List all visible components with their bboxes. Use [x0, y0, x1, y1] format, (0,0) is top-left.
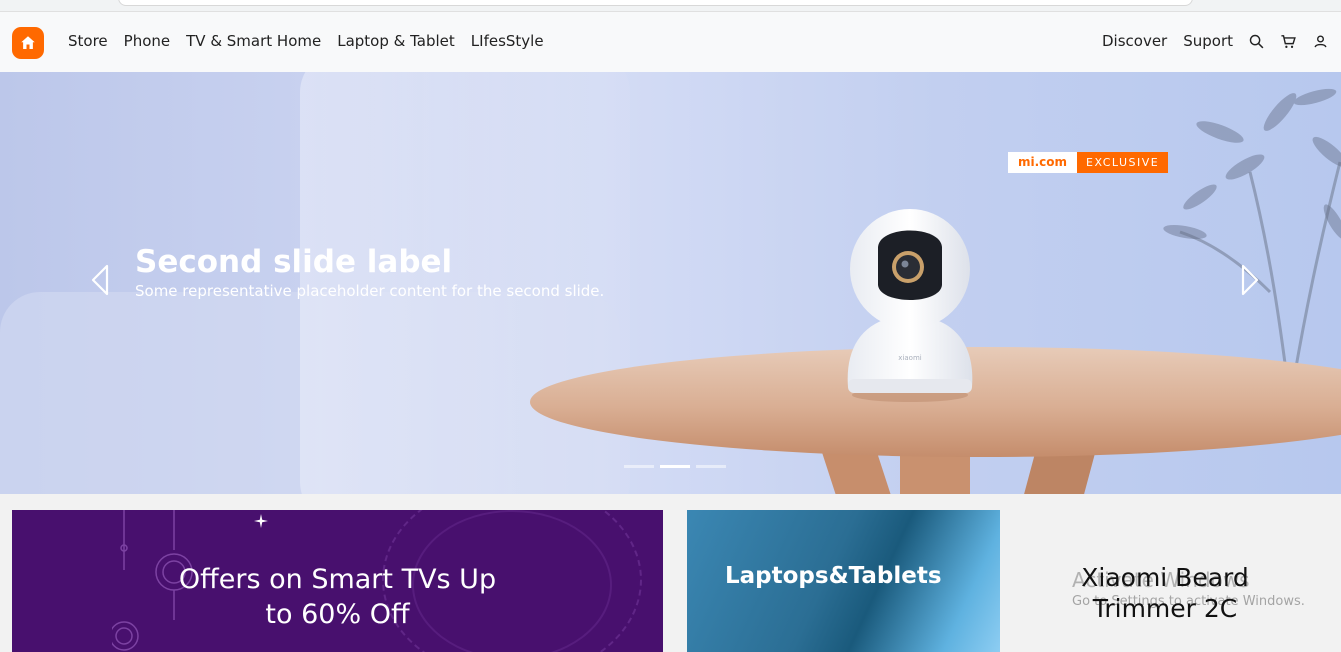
sparkle-icon: [254, 514, 268, 528]
carousel-indicators: [624, 465, 726, 468]
caption-text: Some representative placeholder content …: [135, 282, 605, 300]
promo-title-line: Offers on Smart TVs Up: [178, 564, 497, 595]
promo-card-smart-tv[interactable]: Offers on Smart TVs Up to 60% Off: [12, 510, 663, 652]
nav-link-lifestyle[interactable]: LIfesStyle: [471, 32, 544, 50]
carousel-next-button[interactable]: [1238, 262, 1262, 298]
carousel-indicator[interactable]: [624, 465, 654, 468]
promo-title: Xiaomi Beard Trimmer 2C: [1000, 562, 1330, 624]
promo-title-line: Xiaomi Beard: [1081, 563, 1249, 592]
top-navbar: Store Phone TV & Smart Home Laptop & Tab…: [0, 12, 1341, 72]
address-bar[interactable]: [118, 0, 1193, 6]
search-icon[interactable]: [1247, 32, 1265, 50]
home-icon: [21, 36, 35, 49]
carousel-indicator[interactable]: [696, 465, 726, 468]
primary-nav: Store Phone TV & Smart Home Laptop & Tab…: [68, 32, 560, 50]
carousel-caption: Second slide label Some representative p…: [135, 244, 604, 300]
nav-link-store[interactable]: Store: [68, 32, 108, 50]
chevron-left-icon: [91, 264, 109, 296]
nav-link-support[interactable]: Suport: [1183, 32, 1233, 50]
nav-link-laptop-tablet[interactable]: Laptop & Tablet: [337, 32, 455, 50]
secondary-nav: Discover Suport: [1086, 32, 1329, 50]
caption-title: Second slide label: [135, 244, 453, 280]
badge-site-label: mi.com: [1008, 152, 1078, 173]
camera-brand-text: xiaomi: [898, 354, 921, 362]
cart-icon[interactable]: [1279, 32, 1297, 50]
security-camera-image: xiaomi: [847, 209, 973, 402]
hero-carousel: xiaomi mi.com EXCLUSIVE Second slide lab…: [0, 72, 1341, 494]
home-logo-button[interactable]: [12, 27, 44, 59]
carousel-indicator-active[interactable]: [660, 465, 690, 468]
user-icon[interactable]: [1311, 32, 1329, 50]
nav-link-tv-smart-home[interactable]: TV & Smart Home: [186, 32, 321, 50]
promo-title-line: to 60% Off: [265, 599, 410, 630]
promo-title-line: Trimmer 2C: [1092, 594, 1238, 623]
promo-card-laptops[interactable]: Laptops&Tablets: [687, 510, 1000, 652]
nav-link-discover[interactable]: Discover: [1102, 32, 1167, 50]
browser-address-strip: [0, 0, 1341, 12]
promo-card-beard-trimmer[interactable]: Activate Windows Go to Settings to activ…: [1000, 510, 1341, 652]
chevron-right-icon: [1241, 264, 1259, 296]
promo-title: Laptops&Tablets: [725, 563, 942, 589]
carousel-prev-button[interactable]: [88, 262, 112, 298]
promo-title: Offers on Smart TVs Up to 60% Off: [12, 562, 663, 632]
badge-tag-label: EXCLUSIVE: [1077, 152, 1169, 173]
exclusive-badge: mi.com EXCLUSIVE: [1008, 152, 1169, 173]
nav-link-phone[interactable]: Phone: [124, 32, 170, 50]
